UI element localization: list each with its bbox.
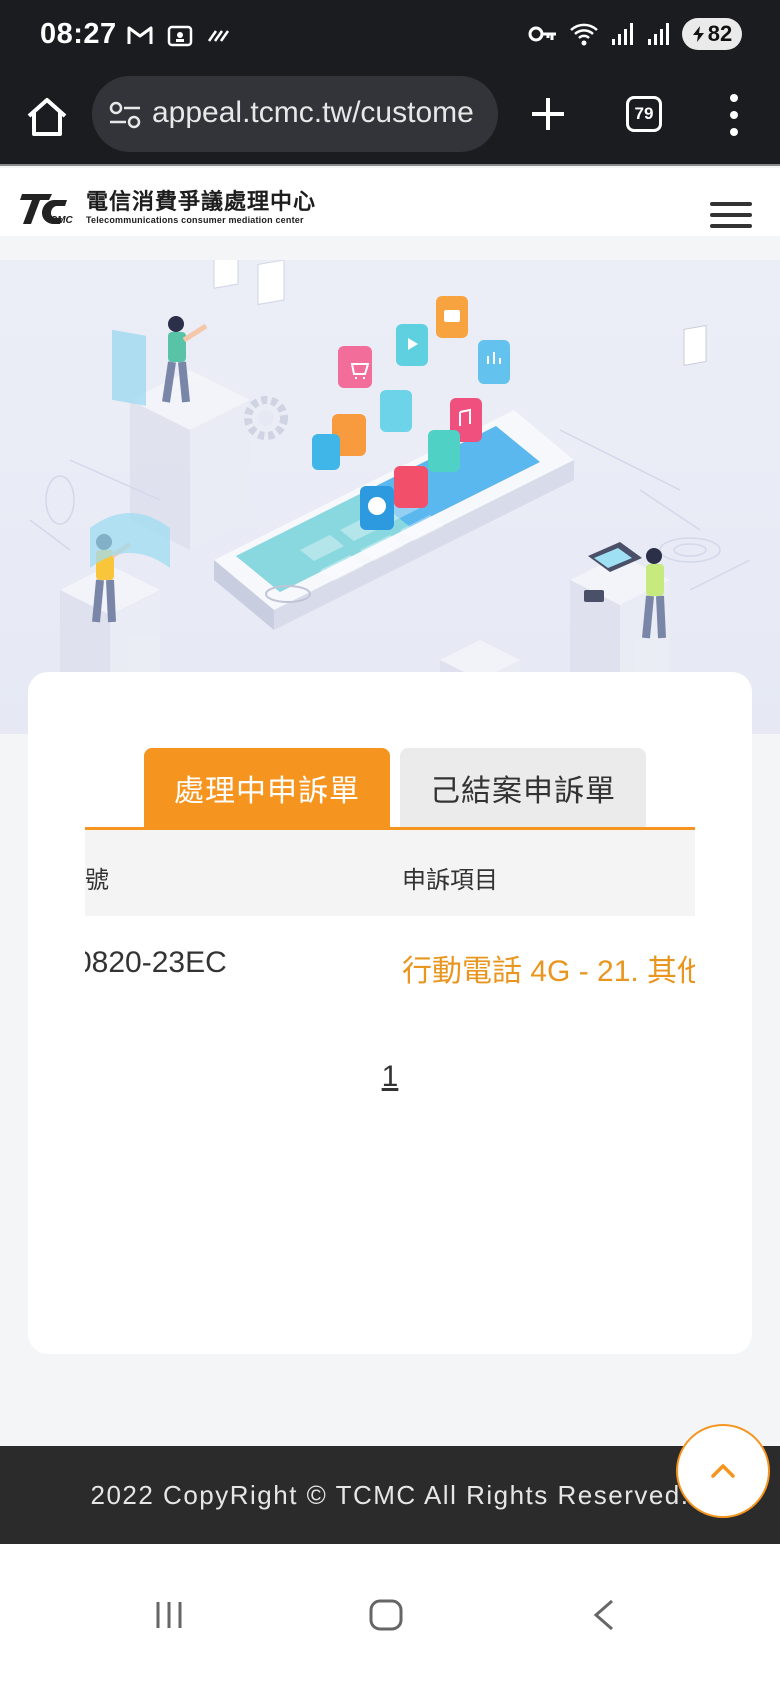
copyright-text: 2022 CopyRight © TCMC All Rights Reserve… [90, 1480, 690, 1510]
url-text[interactable]: appeal.tcmc.tw/custome [152, 96, 474, 130]
complaint-item-link[interactable]: 行動電話 4G - 21. 其他 [402, 946, 695, 990]
case-number: 0820-23EC [85, 946, 227, 979]
recent-apps-icon[interactable] [152, 1598, 186, 1632]
hero-illustration [0, 260, 780, 734]
battery-level: 82 [707, 21, 733, 46]
column-header-item: 申訴項目 [402, 867, 498, 894]
column-header-case-no: 單號 [85, 867, 109, 894]
tab-count: 79 [634, 104, 654, 123]
wifi-icon [570, 23, 598, 46]
hamburger-menu-icon[interactable] [710, 202, 752, 228]
back-icon[interactable] [590, 1598, 618, 1632]
system-icons: 82 [528, 18, 742, 50]
back-to-top-button[interactable] [676, 1424, 770, 1518]
status-time: 08:27 [40, 18, 117, 50]
new-tab-icon[interactable] [528, 94, 568, 134]
logo-title-en: Telecommunications consumer mediation ce… [86, 215, 304, 225]
status-bar: 08:27 82 [0, 0, 780, 72]
nfc-icon [207, 30, 230, 42]
home-nav-icon[interactable] [368, 1598, 404, 1632]
svg-text:CMC: CMC [50, 215, 74, 226]
table-header: 單號 申訴項目 [85, 830, 695, 916]
tab-processing[interactable]: 處理中申訴單 [144, 748, 390, 828]
logo-title-cn: 電信消費爭議處理中心 [86, 189, 317, 214]
site-settings-icon[interactable] [108, 100, 142, 130]
footer: 2022 CopyRight © TCMC All Rights Reserve… [0, 1446, 780, 1544]
chevron-up-icon [711, 1464, 735, 1478]
address-bar[interactable]: appeal.tcmc.tw/custome [92, 76, 498, 152]
complaint-card: 處理中申訴單 己結案申訴單 單號 申訴項目 0820-23EC 行動電話 4G … [28, 672, 752, 1354]
signal-icon [612, 23, 633, 45]
notification-icons [126, 22, 232, 48]
gmail-icon [127, 26, 153, 44]
tab-closed-label: 己結案申訴單 [430, 775, 616, 808]
table-row: 0820-23EC 行動電話 4G - 21. 其他 [85, 916, 695, 1012]
pagination: 1 [28, 1060, 752, 1094]
site-header: CMC 電信消費爭議處理中心 Telecommunications consum… [0, 168, 780, 236]
tcmc-logo-icon: CMC [20, 194, 74, 226]
battery-icon: 82 [682, 18, 742, 50]
charging-icon [692, 26, 704, 42]
more-menu-icon[interactable] [722, 94, 746, 136]
mobile-apps-illustration [29, 260, 751, 734]
tab-processing-label: 處理中申訴單 [174, 775, 360, 808]
system-navigation-bar [0, 1544, 780, 1690]
home-icon[interactable] [24, 94, 70, 140]
site-logo[interactable]: CMC 電信消費爭議處理中心 Telecommunications consum… [20, 190, 316, 226]
screenshot-icon [167, 25, 193, 47]
key-icon [528, 26, 556, 42]
tab-closed[interactable]: 己結案申訴單 [400, 748, 646, 828]
signal-icon [648, 23, 669, 45]
tab-switcher-button[interactable]: 79 [626, 96, 662, 132]
browser-toolbar: appeal.tcmc.tw/custome 79 [0, 72, 780, 166]
page-1-link[interactable]: 1 [382, 1060, 399, 1093]
